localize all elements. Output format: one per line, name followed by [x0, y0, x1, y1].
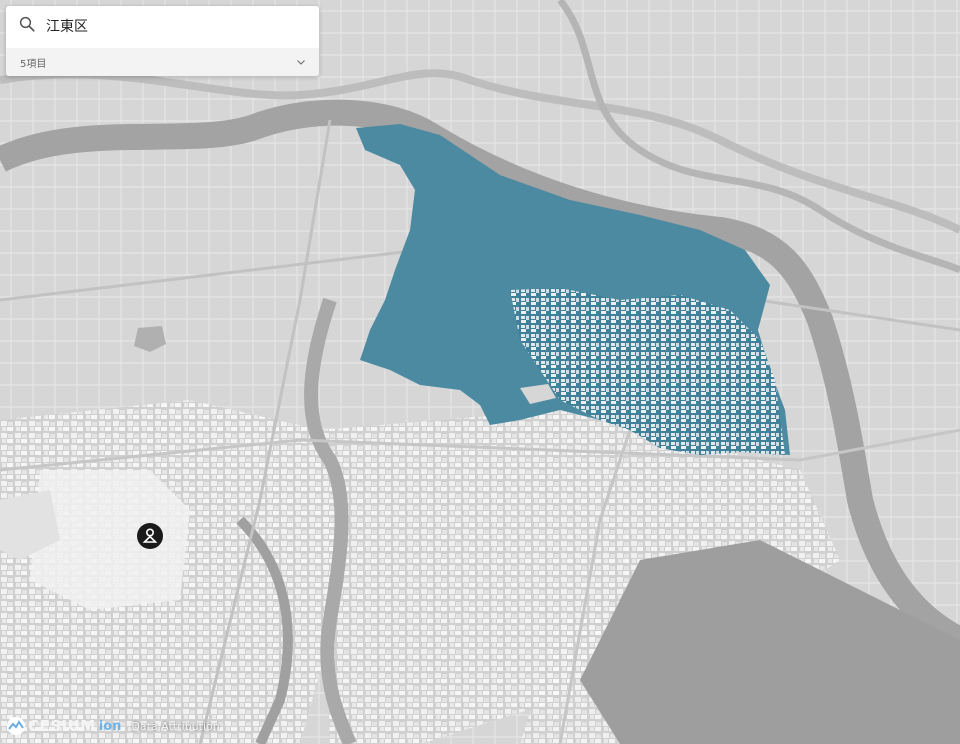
- map-view[interactable]: [0, 0, 960, 744]
- ion-logo-text: ion: [98, 718, 122, 734]
- cesium-logo[interactable]: CESIUM ion: [6, 716, 121, 736]
- search-icon[interactable]: [18, 15, 36, 37]
- location-marker-icon[interactable]: [136, 522, 164, 550]
- results-count: 5項目: [20, 58, 47, 70]
- search-panel: 江東区 5項目: [6, 6, 319, 76]
- search-input[interactable]: 江東区: [46, 16, 88, 36]
- cesium-logo-icon: [7, 717, 25, 735]
- chevron-down-icon[interactable]: [295, 56, 307, 68]
- results-dropdown[interactable]: 5項目: [6, 48, 319, 76]
- search-bar[interactable]: 江東区: [6, 6, 319, 46]
- cesium-logo-text: CESIUM: [28, 717, 96, 735]
- footer: CESIUM ion Data Attribution: [6, 716, 220, 736]
- data-attribution-link[interactable]: Data Attribution: [131, 720, 219, 733]
